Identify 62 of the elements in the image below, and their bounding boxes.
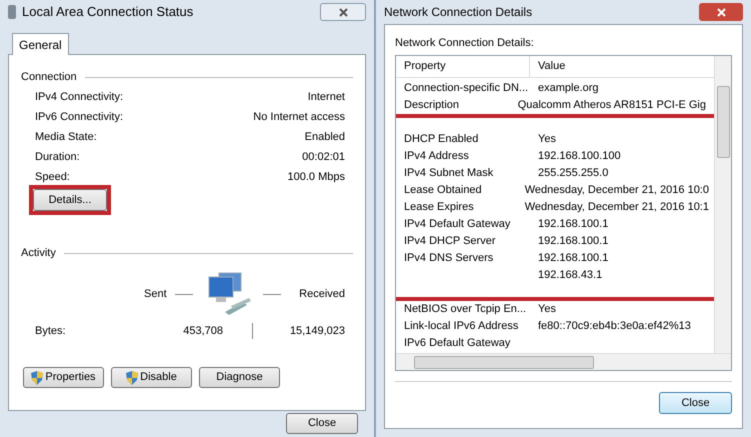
property-value: Yes xyxy=(538,303,556,316)
group-heading: Connection xyxy=(21,70,77,85)
tab[interactable]: General xyxy=(12,33,69,55)
property-name: Connection-specific DN... xyxy=(404,82,528,94)
scroll-thumb[interactable] xyxy=(414,356,594,368)
window-title: Network Connection Details xyxy=(384,4,532,21)
property-value: 192.168.100.1 xyxy=(538,218,608,230)
field-label: IPv4 Connectivity: xyxy=(35,90,124,105)
close-button[interactable]: Close xyxy=(286,413,358,434)
field-value: Enabled xyxy=(304,130,345,145)
property-name: IPv6 Default Gateway xyxy=(404,337,510,350)
close-button[interactable]: Close xyxy=(659,392,732,414)
field-value: Internet xyxy=(308,90,345,105)
property-value: 192.168.43.1 xyxy=(538,269,602,282)
property-name: IPv4 DNS Servers xyxy=(404,252,494,264)
property-name: NetBIOS over Tcpip En... xyxy=(404,303,526,316)
property-name: IPv4 Address xyxy=(404,150,469,162)
field-label: IPv6 Connectivity: xyxy=(35,110,124,125)
property-value: fe80::70c9:eb4b:3e0a:ef42%13 xyxy=(538,320,691,332)
action-button[interactable]: Properties xyxy=(23,367,104,388)
column-header[interactable]: Property xyxy=(396,56,530,77)
property-value: 192.168.100.1 xyxy=(538,252,608,264)
property-name: Lease Expires xyxy=(404,201,474,214)
property-name: IPv4 Default Gateway xyxy=(404,218,510,230)
list-label: Network Connection Details: xyxy=(395,36,535,51)
sent-label: Sent xyxy=(144,286,167,302)
property-value: 255.255.255.0 xyxy=(538,167,608,180)
property-value: Qualcomm Atheros AR8151 PCI-E Gig xyxy=(518,99,706,112)
bytes-received: 15,149,023 xyxy=(290,324,345,339)
property-value: Wednesday, December 21, 2016 10:1 xyxy=(524,201,709,214)
column-header[interactable]: Value xyxy=(530,56,714,77)
horizontal-scrollbar[interactable] xyxy=(396,353,731,370)
details-button[interactable]: Details... xyxy=(33,189,107,211)
property-name: Link-local IPv6 Address xyxy=(404,320,518,332)
property-name: DHCP Enabled xyxy=(404,133,478,146)
bytes-sent: 453,708 xyxy=(182,324,223,339)
scroll-thumb[interactable] xyxy=(716,86,730,158)
property-value: 192.168.100.100 xyxy=(538,150,621,162)
property-value: 192.168.100.1 xyxy=(538,235,608,248)
action-button[interactable]: Disable xyxy=(111,367,192,388)
field-label: Duration: xyxy=(35,150,80,165)
received-label: Received xyxy=(299,286,345,302)
property-name: IPv4 DHCP Server xyxy=(404,235,496,248)
group-heading: Activity xyxy=(21,246,56,261)
window-title: Local Area Connection Status xyxy=(22,3,194,22)
bytes-label: Bytes: xyxy=(35,324,67,339)
field-value: No Internet access xyxy=(253,110,345,125)
close-button[interactable] xyxy=(320,3,366,21)
field-label: Speed: xyxy=(35,170,70,185)
field-value: 00:02:01 xyxy=(302,150,345,165)
close-icon xyxy=(338,8,348,16)
property-name: Description xyxy=(404,99,460,112)
property-value: Wednesday, December 21, 2016 10:0 xyxy=(524,184,709,196)
close-button[interactable] xyxy=(699,3,743,21)
property-name: IPv4 Subnet Mask xyxy=(404,167,494,180)
field-value: 100.0 Mbps xyxy=(288,170,345,185)
field-label: Media State: xyxy=(35,130,97,145)
property-name: Lease Obtained xyxy=(404,184,482,196)
property-value: example.org xyxy=(538,82,599,94)
action-button[interactable]: Diagnose xyxy=(199,367,280,388)
property-value: Yes xyxy=(538,133,556,146)
close-icon xyxy=(716,8,726,16)
